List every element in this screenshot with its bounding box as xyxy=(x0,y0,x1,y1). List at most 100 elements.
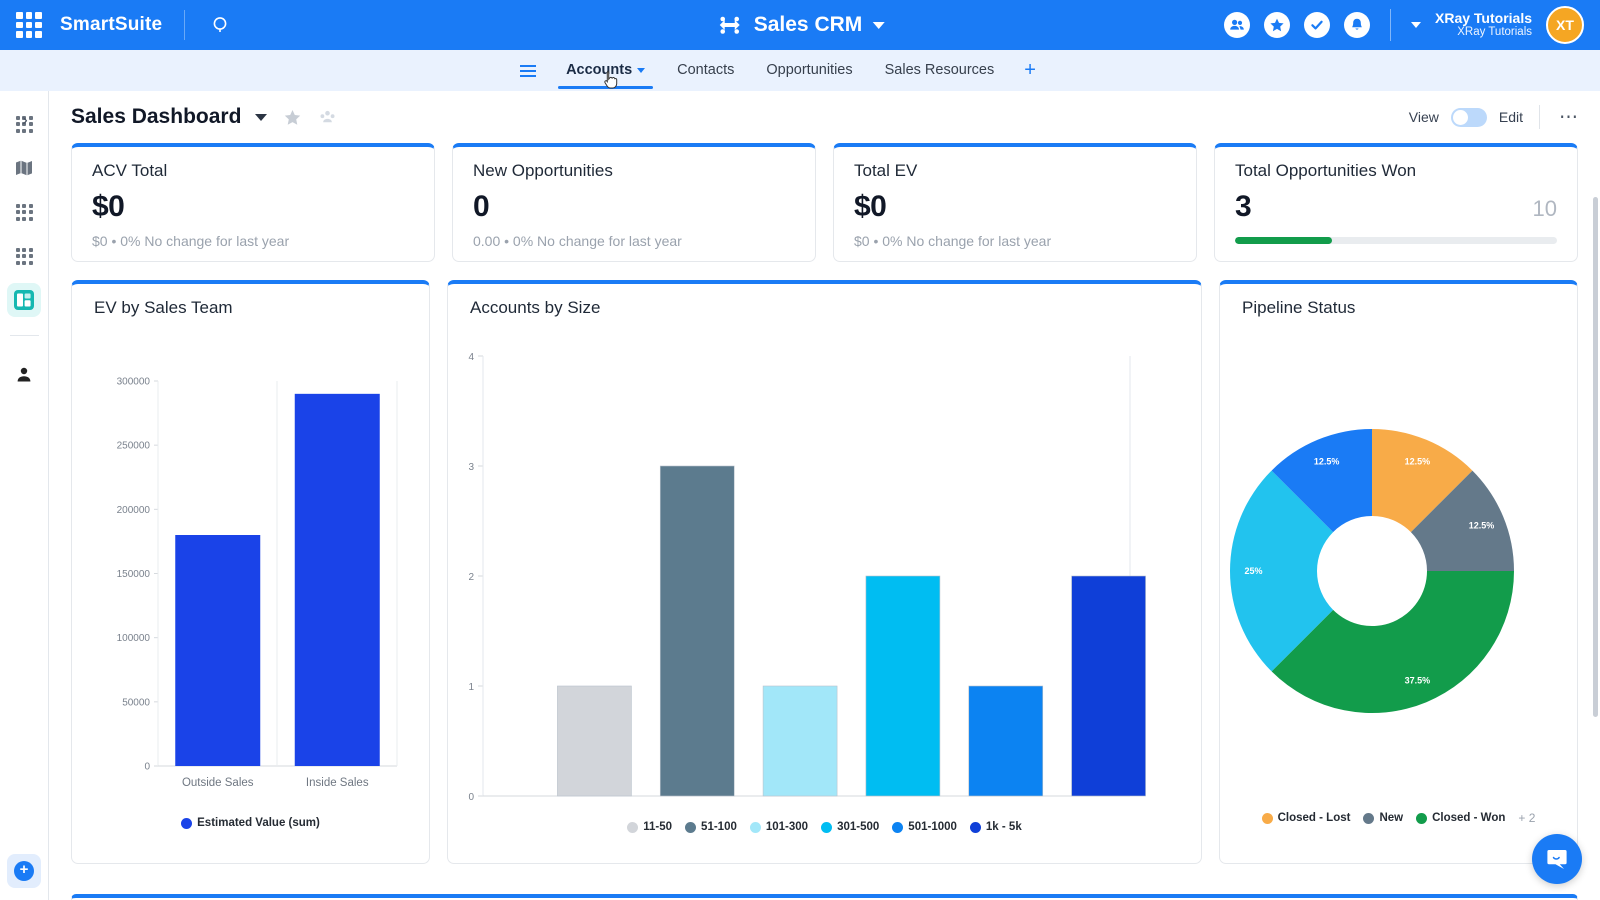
kpi-title: New Opportunities xyxy=(473,161,613,180)
bar[interactable] xyxy=(865,575,941,797)
share-people-icon[interactable] xyxy=(318,108,337,127)
dashboard-chevron-down-icon[interactable] xyxy=(255,113,268,121)
avatar[interactable]: XT xyxy=(1546,6,1584,44)
bar[interactable] xyxy=(968,685,1044,797)
grid-apps-icon[interactable] xyxy=(16,12,42,38)
people-icon[interactable] xyxy=(1224,12,1250,38)
legend-item[interactable]: 51-100 xyxy=(685,821,737,833)
svg-text:200000: 200000 xyxy=(117,505,151,516)
add-button[interactable]: + xyxy=(7,854,41,888)
solution-chevron-down-icon[interactable] xyxy=(872,21,885,29)
tab-accounts-chevron-down-icon[interactable] xyxy=(637,67,646,73)
bell-icon[interactable] xyxy=(1344,12,1370,38)
svg-text:37.5%: 37.5% xyxy=(1405,675,1431,685)
legend-swatch xyxy=(821,821,833,833)
legend-label: Closed - Won xyxy=(1432,812,1506,824)
tab-sales-resources[interactable]: Sales Resources xyxy=(869,52,1011,89)
rail-item-dashboard[interactable] xyxy=(7,283,41,317)
legend-item[interactable]: 1k - 5k xyxy=(969,821,1022,833)
bar[interactable] xyxy=(557,685,632,797)
add-table-button[interactable]: + xyxy=(1010,55,1050,86)
svg-text:0: 0 xyxy=(468,792,474,803)
svg-text:1: 1 xyxy=(468,682,474,693)
hamburger-icon[interactable] xyxy=(520,64,536,77)
grid-dots-icon xyxy=(15,247,33,265)
kpi-row: ACV Total $0 $0 • 0% No change for last … xyxy=(71,143,1578,262)
favorite-star-icon[interactable] xyxy=(283,108,302,127)
legend-item[interactable]: Estimated Value (sum) xyxy=(181,817,320,829)
svg-text:50000: 50000 xyxy=(122,697,150,708)
svg-text:0: 0 xyxy=(144,762,150,773)
tab-sales-resources-label: Sales Resources xyxy=(884,62,995,78)
main-content: Sales Dashboard View Edit ⋯ ACV Total $0… xyxy=(49,91,1600,900)
kpi-card-total-opportunities-won[interactable]: Total Opportunities Won 3 10 xyxy=(1214,143,1578,262)
rail-item-map[interactable] xyxy=(7,151,41,185)
check-circle-icon[interactable] xyxy=(1304,12,1330,38)
bar[interactable] xyxy=(659,465,735,797)
ellipsis-icon[interactable]: ⋯ xyxy=(1556,106,1582,129)
legend-overflow[interactable]: + 2 xyxy=(1518,811,1535,825)
solution-title-group[interactable]: Sales CRM xyxy=(716,13,885,37)
legend-item[interactable]: 11-50 xyxy=(627,821,672,833)
brand-logo[interactable]: SmartSuite xyxy=(60,14,162,36)
kpi-title: ACV Total xyxy=(92,161,168,180)
kpi-value: 3 xyxy=(1235,190,1252,223)
svg-text:250000: 250000 xyxy=(117,441,151,452)
rail-item-person[interactable] xyxy=(7,358,41,392)
table-nav-bar: Accounts Contacts Opportunities Sales Re… xyxy=(0,50,1600,91)
svg-text:12.5%: 12.5% xyxy=(1405,457,1431,467)
tab-contacts[interactable]: Contacts xyxy=(661,52,750,89)
kpi-value: $0 xyxy=(92,190,125,223)
legend-label: 101-300 xyxy=(765,821,809,833)
legend-swatch xyxy=(1363,812,1375,824)
legend-item[interactable]: 301-500 xyxy=(821,821,879,833)
view-mode-label: View xyxy=(1408,109,1439,125)
header-divider xyxy=(1539,105,1540,129)
svg-text:2: 2 xyxy=(468,572,474,583)
kpi-value: $0 xyxy=(854,190,887,223)
svg-text:100000: 100000 xyxy=(117,633,151,644)
pipeline-status-donut-chart: 12.5% 12.5% 37.5% 25% 12.5% xyxy=(1230,429,1514,713)
kpi-progress-fill xyxy=(1235,237,1332,244)
view-edit-toggle[interactable] xyxy=(1450,107,1487,127)
chart-card-ev-by-sales-team[interactable]: EV by Sales Team 0 50000 100000 150000 20000… xyxy=(71,280,430,864)
chart-row: EV by Sales Team 0 50000 100000 150000 20000… xyxy=(71,280,1578,864)
chart-card-pipeline-status[interactable]: Pipeline Status 12.5% 12.5% 37.5% 25% 12.5% … xyxy=(1219,280,1578,864)
svg-text:300000: 300000 xyxy=(117,377,151,388)
legend-label: Estimated Value (sum) xyxy=(197,817,320,829)
kpi-card-total-ev[interactable]: Total EV $0 $0 • 0% No change for last y… xyxy=(833,143,1197,262)
legend-item[interactable]: New xyxy=(1363,812,1403,824)
bar[interactable] xyxy=(175,535,261,766)
grid-dots-icon xyxy=(15,203,33,221)
legend-swatch xyxy=(685,821,697,833)
rail-item-grid-2[interactable] xyxy=(7,195,41,229)
kpi-goal-value: 10 xyxy=(1532,196,1557,221)
legend-item[interactable]: Closed - Won xyxy=(1416,812,1505,824)
bar[interactable] xyxy=(1071,575,1146,797)
org-chevron-down-icon[interactable] xyxy=(1411,22,1421,28)
bar[interactable] xyxy=(294,393,380,766)
bar[interactable] xyxy=(762,685,838,797)
map-icon xyxy=(16,160,32,176)
chart-card-accounts-by-size[interactable]: Accounts by Size 0 1 2 3 4 11-50 51-100 101-30… xyxy=(447,280,1202,864)
legend-swatch xyxy=(969,821,981,833)
legend-swatch xyxy=(892,821,904,833)
kpi-card-new-opportunities[interactable]: New Opportunities 0 0.00 • 0% No change … xyxy=(452,143,816,262)
vertical-scrollbar[interactable] xyxy=(1593,197,1598,717)
org-subtitle: XRay Tutorials xyxy=(1457,26,1532,39)
legend-label: Closed - Lost xyxy=(1277,812,1351,824)
rail-collapse-chevron-right-icon[interactable]: › xyxy=(12,107,38,133)
tab-opportunities[interactable]: Opportunities xyxy=(750,52,868,89)
solution-title: Sales CRM xyxy=(753,13,863,36)
org-block[interactable]: XRay Tutorials XRay Tutorials xyxy=(1435,10,1532,39)
chat-bubble-icon[interactable] xyxy=(1532,834,1582,884)
legend-item[interactable]: 501-1000 xyxy=(892,821,957,833)
search-icon[interactable] xyxy=(211,15,231,35)
legend-item[interactable]: 101-300 xyxy=(749,821,809,833)
legend-item[interactable]: Closed - Lost xyxy=(1261,812,1351,824)
star-icon[interactable] xyxy=(1264,12,1290,38)
kpi-card-acv-total[interactable]: ACV Total $0 $0 • 0% No change for last … xyxy=(71,143,435,262)
kpi-value: 0 xyxy=(473,190,490,223)
rail-item-grid-3[interactable] xyxy=(7,239,41,273)
svg-text:25%: 25% xyxy=(1244,566,1262,576)
